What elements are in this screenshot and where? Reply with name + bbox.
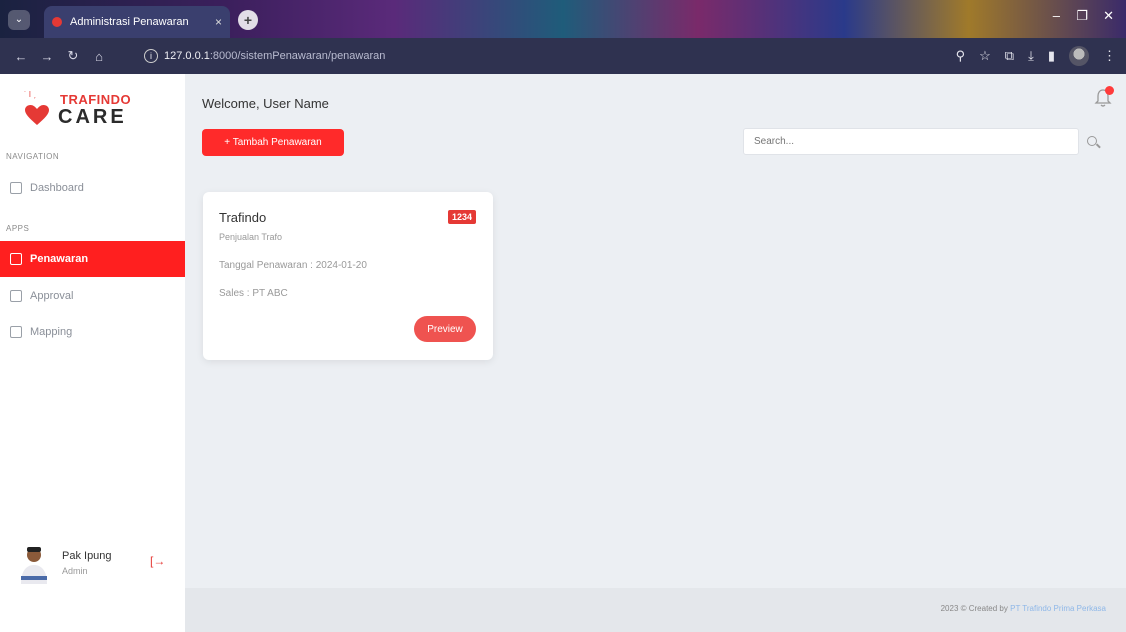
brand-logo[interactable]: ˙ ǀ ˏ TRAFINDO CARE — [20, 86, 160, 130]
sidebar: ˙ ǀ ˏ TRAFINDO CARE NAVIGATION Dashboard… — [0, 74, 185, 632]
window-close-icon[interactable]: ✕ — [1103, 8, 1114, 24]
home-icon[interactable]: ⌂ — [88, 49, 110, 64]
browser-menu-icon[interactable]: ⋮ — [1103, 48, 1116, 64]
browser-tab-bar: ⌄ Administrasi Penawaran × + – ❐ ✕ — [0, 0, 1126, 38]
preview-button[interactable]: Preview — [414, 316, 476, 342]
card-number-badge: 1234 — [447, 210, 476, 224]
footer-text: 2023 © Created by PT Trafindo Prima Perk… — [941, 604, 1106, 613]
url-path: :8000/sistemPenawaran/penawaran — [209, 50, 386, 62]
card-subtitle: Penjualan Trafo — [219, 232, 283, 242]
card-sales: Sales : PT ABC — [219, 288, 288, 299]
card-title: Trafindo — [219, 210, 267, 225]
heart-logo-icon — [25, 105, 49, 125]
main-content: Welcome, User Name + Tambah Penawaran Tr… — [185, 74, 1126, 632]
new-tab-button[interactable]: + — [238, 10, 258, 30]
user-profile: Pak Ipung Admin [→ — [18, 544, 178, 584]
footer-company-link[interactable]: PT Trafindo Prima Perkasa — [1010, 604, 1106, 613]
bookmark-star-icon[interactable]: ☆ — [979, 48, 991, 64]
restore-icon[interactable]: ❐ — [1076, 8, 1088, 24]
close-tab-icon[interactable]: × — [215, 15, 222, 29]
download-icon[interactable]: ⤓ — [1028, 48, 1034, 64]
logout-icon[interactable]: [→ — [150, 554, 165, 568]
document-icon — [10, 253, 22, 265]
forward-icon[interactable]: → — [36, 49, 58, 64]
browser-tab[interactable]: Administrasi Penawaran × — [44, 6, 230, 38]
favicon-icon — [52, 17, 62, 27]
brand-name-bottom: CARE — [58, 106, 127, 128]
footer-prefix: 2023 © Created by — [940, 604, 1008, 613]
url-host: 127.0.0.1 — [164, 50, 210, 62]
sidebar-item-label: Mapping — [30, 326, 73, 338]
zoom-icon[interactable]: ⚲ — [956, 48, 966, 64]
site-info-icon[interactable]: i — [144, 49, 158, 63]
dashboard-icon — [10, 182, 22, 194]
avatar — [21, 547, 47, 584]
sidebar-item-approval[interactable]: Approval — [0, 278, 185, 314]
reload-icon[interactable]: ↻ — [62, 48, 84, 64]
navigation-section-label: NAVIGATION — [6, 152, 60, 161]
footer: 2023 © Created by PT Trafindo Prima Perk… — [185, 588, 1126, 632]
search-icon[interactable] — [1087, 136, 1097, 146]
extensions-icon[interactable]: ⧉ — [1005, 48, 1014, 64]
back-icon[interactable]: ← — [10, 49, 32, 64]
user-name: Pak Ipung — [62, 550, 112, 562]
card-date: Tanggal Penawaran : 2024-01-20 — [219, 260, 367, 271]
tab-search-button[interactable]: ⌄ — [8, 10, 30, 30]
profile-avatar-icon[interactable] — [1069, 46, 1089, 66]
apps-section-label: APPS — [6, 224, 30, 233]
browser-toolbar: ← → ↻ ⌂ i 127.0.0.1:8000/sistemPenawaran… — [0, 38, 1126, 74]
sidebar-item-label: Penawaran — [30, 253, 89, 265]
minimize-icon[interactable]: – — [1053, 8, 1060, 23]
user-role: Admin — [62, 566, 88, 576]
approval-icon — [10, 290, 22, 302]
brand-name-top: TRAFINDO — [60, 92, 132, 107]
sidebar-item-penawaran[interactable]: Penawaran — [0, 241, 185, 277]
search-input[interactable] — [743, 128, 1079, 155]
sidebar-item-label: Approval — [30, 290, 74, 302]
add-penawaran-button[interactable]: + Tambah Penawaran — [202, 129, 344, 156]
address-bar[interactable]: i 127.0.0.1:8000/sistemPenawaran/penawar… — [138, 43, 898, 69]
logo-sparks-icon: ˙ ǀ ˏ — [24, 90, 36, 99]
tab-title: Administrasi Penawaran — [70, 16, 189, 28]
notification-badge — [1105, 86, 1114, 95]
welcome-text: Welcome, User Name — [202, 96, 329, 111]
penawaran-card: Trafindo 1234 Penjualan Trafo Tanggal Pe… — [203, 192, 493, 360]
sidebar-item-dashboard[interactable]: Dashboard — [0, 170, 185, 206]
sidebar-item-label: Dashboard — [30, 182, 84, 194]
sidebar-item-mapping[interactable]: Mapping — [0, 314, 185, 350]
side-panel-icon[interactable]: ▮ — [1048, 48, 1055, 64]
mapping-icon — [10, 326, 22, 338]
